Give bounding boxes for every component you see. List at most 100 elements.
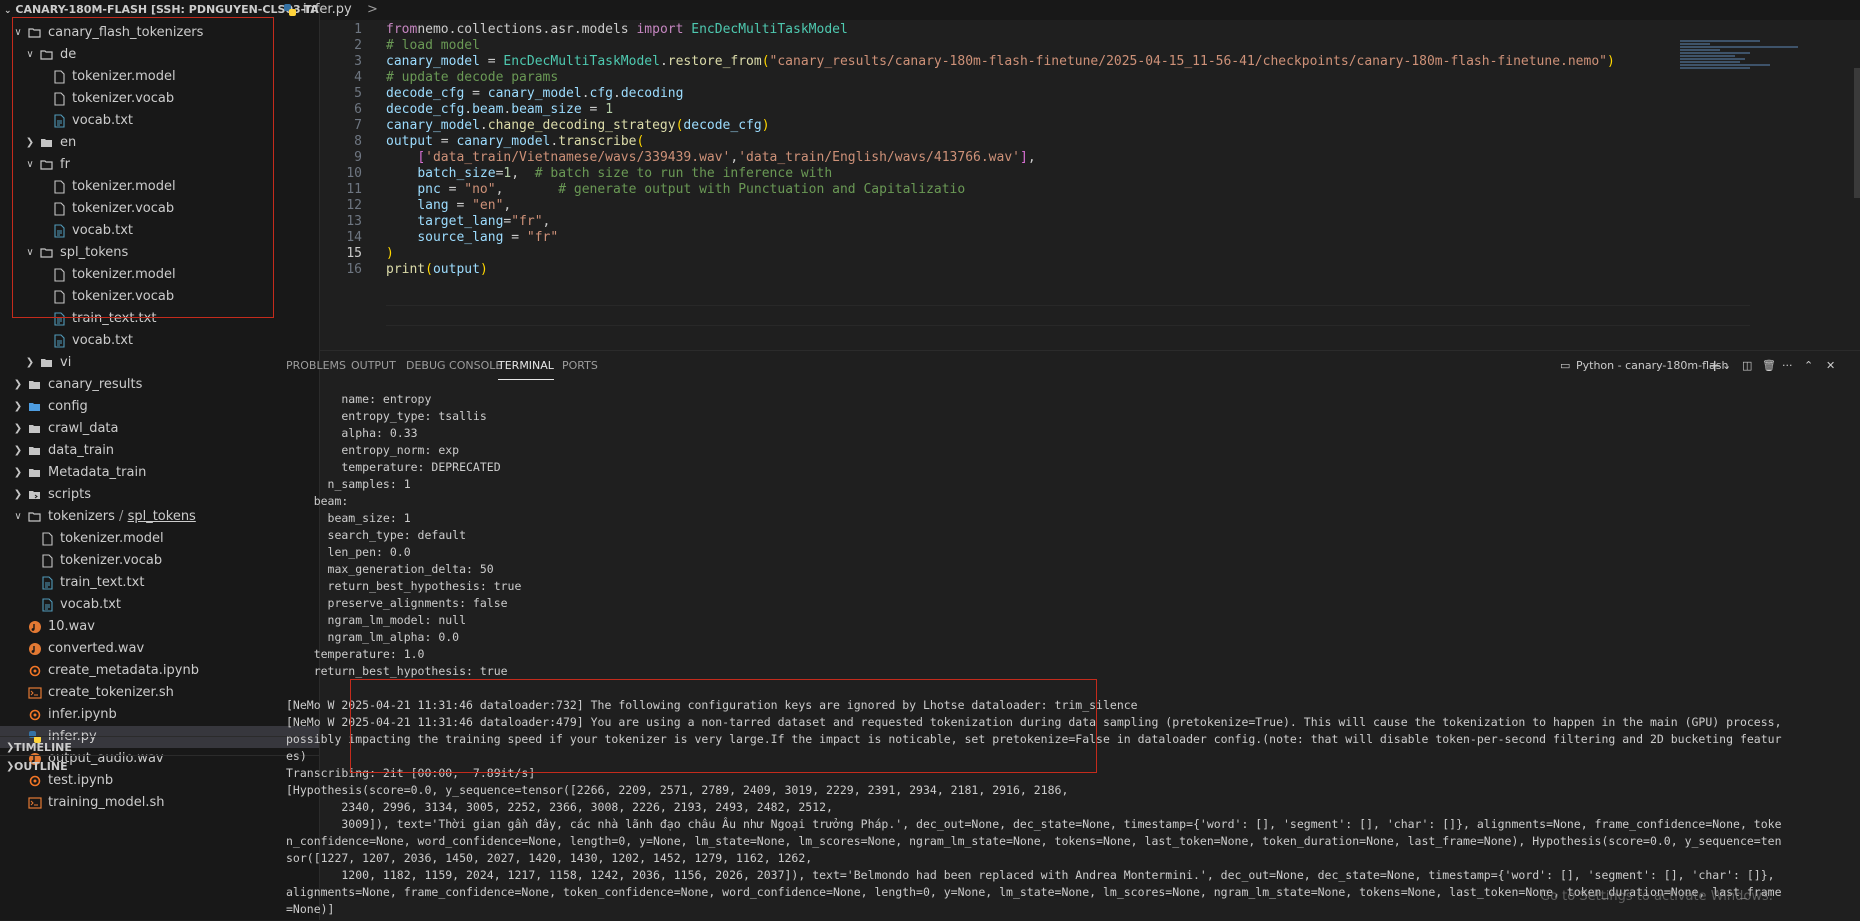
minimap[interactable]	[1680, 40, 1800, 100]
split-terminal-icon[interactable]: ◫	[1742, 351, 1752, 381]
tree-item-label: Metadata_train	[48, 465, 147, 480]
maximize-panel-icon[interactable]: ⌃	[1804, 351, 1813, 381]
file-icon	[40, 532, 54, 546]
file-item[interactable]: train_text.txt	[0, 572, 319, 594]
editor-tab-bar	[320, 0, 1860, 20]
terminal-line: entropy_type: tsallis	[286, 409, 487, 423]
file-item[interactable]: converted.wav	[0, 638, 319, 660]
tab-problems[interactable]: PROBLEMS	[286, 351, 346, 381]
folder-item[interactable]: ∨ de	[0, 44, 319, 66]
file-item[interactable]: infer.ipynb	[0, 704, 319, 726]
close-panel-icon[interactable]: ✕	[1826, 351, 1835, 381]
file-item[interactable]: vocab.txt	[0, 110, 319, 132]
file-item[interactable]: tokenizer.model	[0, 264, 319, 286]
notebook-file-icon	[28, 664, 42, 678]
compact-folder-label[interactable]: spl_tokens	[128, 509, 196, 524]
folder-item[interactable]: ∨ tokenizers / spl_tokens	[0, 506, 319, 528]
terminal-line: n_confidence=None, word_confidence=None,…	[286, 834, 1782, 848]
file-item[interactable]: vocab.txt	[0, 220, 319, 242]
file-item[interactable]: training_model.sh	[0, 792, 319, 814]
file-item[interactable]: 10.wav	[0, 616, 319, 638]
folder-icon	[28, 378, 42, 392]
chevron-down-icon[interactable]: ⌄	[1722, 351, 1731, 381]
tree-item-label: vocab.txt	[60, 597, 122, 612]
python-file-icon	[284, 4, 296, 16]
folder-item[interactable]: ∨ canary_flash_tokenizers	[0, 22, 319, 44]
folder-item[interactable]: ∨ fr	[0, 154, 319, 176]
file-item[interactable]: tokenizer.model	[0, 176, 319, 198]
terminal-line: ngram_lm_alpha: 0.0	[286, 630, 460, 644]
terminal-instance-name[interactable]: Python - canary-180m-flash	[1576, 351, 1728, 381]
file-item[interactable]: tokenizer.vocab	[0, 550, 319, 572]
file-item[interactable]: vocab.txt	[0, 330, 319, 352]
scripts-folder-icon	[28, 488, 42, 502]
folder-item[interactable]: ❯ vi	[0, 352, 319, 374]
text-file-icon	[52, 224, 66, 238]
tree-item-label: create_metadata.ipynb	[48, 663, 199, 678]
audio-file-icon	[28, 642, 42, 656]
folder-item[interactable]: ❯ data_train	[0, 440, 319, 462]
more-actions-icon[interactable]: ···	[1782, 351, 1793, 381]
folder-item[interactable]: ❯ canary_results	[0, 374, 319, 396]
file-icon	[52, 70, 66, 84]
file-item[interactable]: create_tokenizer.sh	[0, 682, 319, 704]
folder-open-icon	[28, 510, 42, 524]
outline-section[interactable]: ❯ OUTLINE	[0, 755, 319, 778]
terminal-line: es)	[286, 749, 307, 763]
tab-output[interactable]: OUTPUT	[351, 351, 396, 381]
folder-item[interactable]: ❯ Metadata_train	[0, 462, 319, 484]
terminal-output[interactable]: name: entropy entropy_type: tsallis alph…	[286, 391, 1801, 918]
tree-item-label: canary_results	[48, 377, 143, 392]
terminal-line: search_type: default	[286, 528, 467, 542]
tree-item-label: converted.wav	[48, 641, 145, 656]
minimap-line	[1680, 49, 1720, 51]
terminal-line: 2340, 2996, 3134, 3005, 2252, 2366, 3008…	[286, 800, 833, 814]
tree-item-label: crawl_data	[48, 421, 119, 436]
chevron-right-icon: ❯	[13, 445, 23, 456]
text-file-icon	[52, 334, 66, 348]
folder-item[interactable]: ❯ en	[0, 132, 319, 154]
file-item[interactable]: vocab.txt	[0, 594, 319, 616]
file-item[interactable]: tokenizer.model	[0, 528, 319, 550]
file-icon	[52, 202, 66, 216]
file-item[interactable]: tokenizer.vocab	[0, 286, 319, 308]
add-terminal-icon[interactable]: +	[1708, 351, 1721, 381]
terminal-line: return_best_hypothesis: true	[286, 664, 508, 678]
file-item[interactable]: tokenizer.model	[0, 66, 319, 88]
shell-file-icon	[28, 796, 42, 810]
tree-item-label: tokenizers / spl_tokens	[48, 509, 196, 524]
file-item[interactable]: create_metadata.ipynb	[0, 660, 319, 682]
folder-open-icon	[28, 26, 42, 40]
tree-item-label: 10.wav	[48, 619, 95, 634]
explorer-sidebar: ⌄ CANARY-180M-FLASH [SSH: PDNGUYEN-CLS03…	[0, 0, 320, 920]
folder-item[interactable]: ∨ spl_tokens	[0, 242, 319, 264]
tree-item-label: tokenizer.vocab	[60, 553, 163, 568]
audio-file-icon	[28, 620, 42, 634]
chevron-right-icon: ❯	[25, 357, 35, 368]
terminal-line: return_best_hypothesis: true	[286, 579, 522, 593]
tree-item-label: vocab.txt	[72, 333, 134, 348]
folder-icon	[40, 356, 54, 370]
tab-terminal[interactable]: TERMINAL	[498, 351, 554, 380]
workspace-title[interactable]: ⌄ CANARY-180M-FLASH [SSH: PDNGUYEN-CLS03…	[0, 0, 319, 20]
terminal-line: len_pen: 0.0	[286, 545, 411, 559]
terminal-line: temperature: DEPRECATED	[286, 460, 501, 474]
shell-file-icon	[28, 686, 42, 700]
code-editor[interactable]: 1 fromnemo.collections.asr.models import …	[320, 20, 1860, 350]
terminal-line: [NeMo W 2025-04-21 11:31:46 dataloader:7…	[286, 698, 1138, 712]
tab-debug-console[interactable]: DEBUG CONSOLE	[406, 351, 502, 381]
terminal-line: ngram_lm_model: null	[286, 613, 467, 627]
editor-scrollbar[interactable]	[1854, 68, 1860, 198]
code-text: print(output)	[386, 262, 488, 277]
file-icon	[52, 180, 66, 194]
file-item[interactable]: tokenizer.vocab	[0, 198, 319, 220]
folder-item[interactable]: ❯ scripts	[0, 484, 319, 506]
file-item[interactable]: tokenizer.vocab	[0, 88, 319, 110]
trash-icon[interactable]: 🗑	[1762, 351, 1776, 381]
tree-item-label: spl_tokens	[60, 245, 129, 260]
folder-item[interactable]: ❯ crawl_data	[0, 418, 319, 440]
folder-item[interactable]: ❯ config	[0, 396, 319, 418]
tab-ports[interactable]: PORTS	[562, 351, 598, 381]
chevron-right-icon: ❯	[25, 137, 35, 148]
file-item[interactable]: train_text.txt	[0, 308, 319, 330]
